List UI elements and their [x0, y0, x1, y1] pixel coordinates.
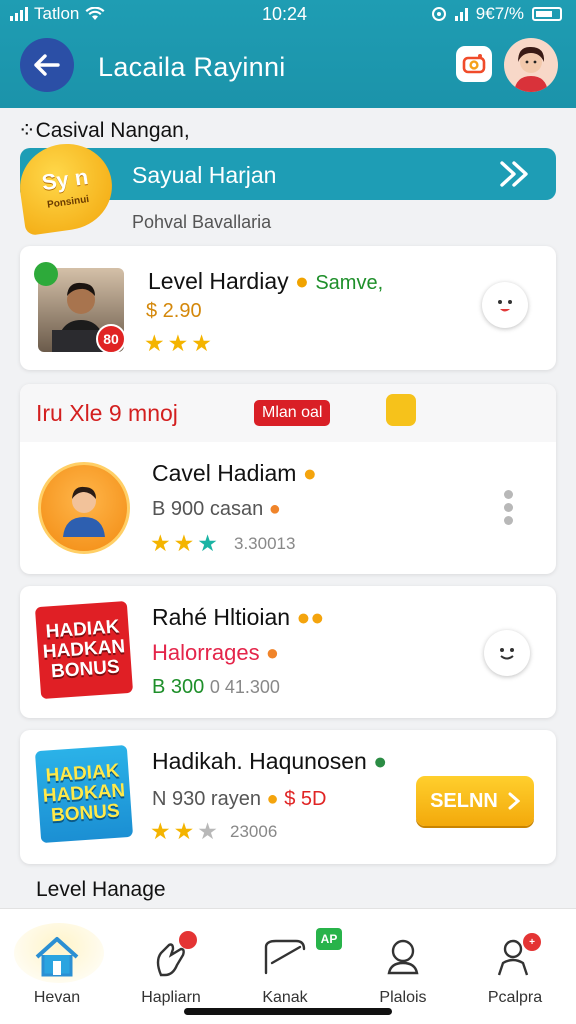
arrow-left-icon	[34, 54, 60, 76]
double-chevron-right-icon[interactable]	[498, 158, 534, 190]
bag-icon: ●	[295, 268, 309, 294]
camera-button[interactable]	[456, 46, 492, 82]
app-header: Tatlon 10:24 9€7/% Lacaila Rayinni	[0, 0, 576, 108]
star-rating: ★★★	[150, 530, 221, 556]
home-indicator[interactable]	[184, 1008, 392, 1015]
section-label: ⁘Casival Nangan,	[18, 119, 190, 142]
emoji-icon: ●	[268, 498, 281, 520]
count-badge: 80	[96, 324, 126, 354]
avatar-image-icon	[514, 46, 548, 92]
emoji-icon: ●	[266, 788, 279, 810]
avatar[interactable]	[504, 38, 558, 92]
signal-icon-right	[454, 7, 468, 21]
home-icon	[35, 937, 79, 977]
bottom-nav: Hevan Hapliarn Kanak Plalois + Pcalpra	[0, 908, 576, 1024]
footer-label: Level Hanage	[36, 878, 166, 901]
emoji-icon: ●	[302, 460, 317, 486]
thumbnail	[38, 462, 130, 554]
bonus-thumbnail: HADIAK HADKAN BONUS	[34, 744, 134, 844]
emoji-button[interactable]	[484, 630, 530, 676]
emoji-icon: ●●	[296, 604, 325, 630]
tag-icon	[264, 939, 306, 975]
star-rating: ★★★	[144, 330, 215, 356]
nav-item-pcalpra[interactable]: + Pcalpra	[460, 931, 570, 1007]
item-subtitle: Halorrages ●	[152, 640, 280, 665]
battery-icon	[532, 7, 562, 21]
list-item[interactable]: HADIAK HADKAN BONUS Rahé Hltioian ●● Halor…	[20, 586, 556, 718]
wifi-icon	[85, 7, 105, 20]
chevron-right-icon	[508, 792, 520, 810]
smiley-icon	[500, 648, 514, 660]
page-title: Lacaila Rayinni	[98, 52, 286, 82]
card-body: Cavel Hadiam ● B 900 casan ● ★★★ 3.30013	[20, 442, 556, 574]
item-price: B 900 casan ●	[152, 498, 281, 520]
item-title: Rahé Hltioian ●●	[152, 604, 325, 630]
notification-dot	[179, 931, 197, 949]
target-icon	[431, 7, 446, 21]
coin-stack-icon: ●	[373, 748, 388, 774]
gift-icon	[386, 394, 416, 426]
item-title: Level Hardiay ● Samve,	[148, 268, 384, 294]
more-options-icon[interactable]	[504, 490, 514, 530]
signal-icon	[10, 7, 28, 21]
select-button[interactable]: SELNN	[416, 776, 534, 826]
person-cartoon-icon	[63, 486, 105, 537]
strip-pill[interactable]: Mlan oal	[254, 400, 331, 426]
item-title: Hadikah. Haqunosen ●	[152, 748, 388, 774]
nav-item-plalois[interactable]: Plalois	[348, 931, 458, 1007]
smiley-icon	[498, 300, 512, 312]
item-title: Cavel Hadiam ●	[152, 460, 317, 486]
nav-item-home[interactable]: Hevan	[2, 931, 112, 1007]
grid-icon: ⁘	[18, 119, 36, 142]
promo-title: Sayual Harjan	[132, 162, 277, 188]
star-rating: ★★★	[150, 818, 221, 844]
item-price: $ 2.90	[146, 300, 202, 322]
item-price: B 300 0 41.300	[152, 676, 280, 698]
promo-strip: Iru Xle 9 mnoj Mlan oal	[20, 384, 556, 442]
nav-badge: AP	[316, 928, 342, 950]
battery-percent: 9€7/%	[475, 4, 524, 23]
emoji-icon: ●	[265, 640, 280, 665]
list-item[interactable]: HADIAK HADKAN BONUS Hadikah. Haqunosen ● N…	[20, 730, 556, 864]
list-item[interactable]: 80 Level Hardiay ● Samve, $ 2.90 ★★★	[20, 246, 556, 370]
back-button[interactable]	[20, 38, 74, 92]
leaf-icon	[34, 262, 58, 286]
item-meta: 3.30013	[234, 534, 296, 553]
item-price: N 930 rayen ● $ 5D	[152, 788, 327, 810]
camera-icon	[462, 54, 486, 74]
user-icon	[387, 939, 419, 975]
strip-text: Iru Xle 9 mnoj	[36, 400, 178, 426]
notification-dot: +	[523, 933, 541, 951]
clock: 10:24	[262, 4, 308, 24]
nav-item-hapliarn[interactable]: Hapliarn	[116, 931, 226, 1007]
item-meta: 23006	[230, 822, 278, 841]
promo-subtitle: Pohval Bavallaria	[132, 212, 272, 232]
carrier-label: Tatlon	[34, 4, 80, 23]
emoji-button[interactable]	[482, 282, 528, 328]
status-bar: Tatlon 10:24 9€7/%	[0, 0, 576, 30]
bonus-thumbnail: HADIAK HADKAN BONUS	[34, 600, 134, 700]
